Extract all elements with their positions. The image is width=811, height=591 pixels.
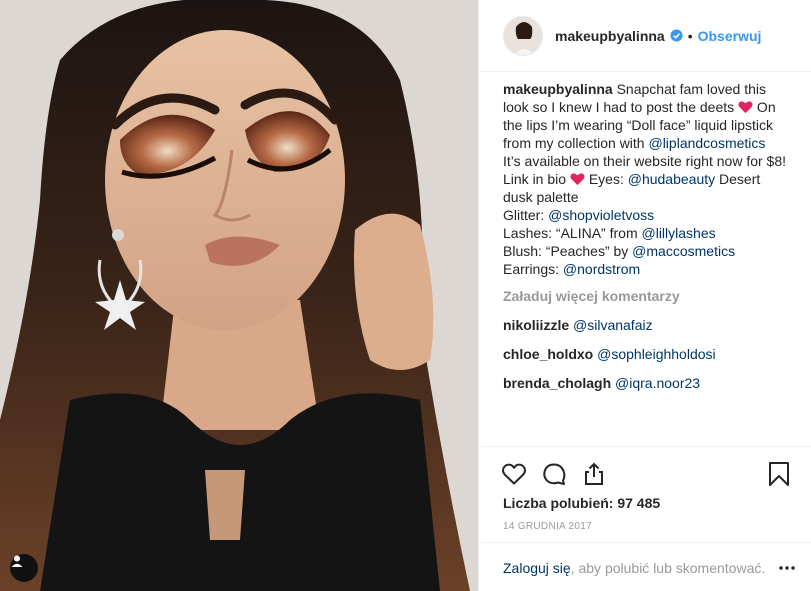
likes-count[interactable]: Liczba polubień: 97 485 <box>503 495 660 511</box>
caption-text: Snapchat fam loved this <box>612 81 767 97</box>
mention-link[interactable]: @nordstrom <box>563 261 640 277</box>
caption-text: from my collection with <box>503 135 649 151</box>
caption-line-3: the lips I’m wearing “Doll face” liquid … <box>503 117 773 133</box>
caption-line-11: Earrings: @nordstrom <box>503 260 793 278</box>
follow-button[interactable]: Obserwuj <box>698 28 762 44</box>
comment-item: nikoliizzle @silvanafaiz <box>503 316 793 334</box>
login-prompt: Zaloguj się, aby polubić lub skomentować… <box>479 542 811 591</box>
heart-icon[interactable] <box>501 461 527 487</box>
comments-section: makeupbyalinna Snapchat fam loved this l… <box>503 80 793 392</box>
post-header: makeupbyalinna • Obserwuj <box>479 0 811 72</box>
caption-text: Blush: “Peaches” by <box>503 243 633 259</box>
comment-username[interactable]: nikoliizzle <box>503 317 569 333</box>
comment-username[interactable]: chloe_holdxo <box>503 346 593 362</box>
mention-link[interactable]: @liplandcosmetics <box>648 135 765 151</box>
red-heart-emoji-icon <box>570 173 585 186</box>
caption-author[interactable]: makeupbyalinna <box>503 81 613 97</box>
mention-link[interactable]: @shopvioletvoss <box>548 207 654 223</box>
mention-link[interactable]: @hudabeauty <box>628 171 715 187</box>
comment-item: brenda_cholagh @iqra.noor23 <box>503 374 793 392</box>
post-date[interactable]: 14 GRUDNIA 2017 <box>503 521 592 532</box>
header-separator: • <box>687 27 693 44</box>
post-side-panel: makeupbyalinna • Obserwuj makeupbyalinna… <box>478 0 811 591</box>
caption-line-6: Link in bio Eyes: @hudabeauty Desert <box>503 170 793 188</box>
share-icon[interactable] <box>581 461 607 487</box>
caption-text: Eyes: <box>584 171 628 187</box>
red-heart-emoji-icon <box>738 101 753 114</box>
login-link[interactable]: Zaloguj się <box>503 560 571 576</box>
caption-line-5: It’s available on their website right no… <box>503 153 787 169</box>
mention-link[interactable]: @sophleighholdosi <box>597 346 716 362</box>
caption-line-8: Glitter: @shopvioletvoss <box>503 206 793 224</box>
caption-line-9: Lashes: “ALINA” from @lillylashes <box>503 224 793 242</box>
caption-line-10: Blush: “Peaches” by @maccosmetics <box>503 242 793 260</box>
comment-icon[interactable] <box>541 461 567 487</box>
post-actions: Liczba polubień: 97 485 14 GRUDNIA 2017 … <box>479 446 811 591</box>
action-icons-row <box>501 461 790 489</box>
caption-text: Earrings: <box>503 261 563 277</box>
post-photo[interactable] <box>0 0 478 591</box>
caption-line-4: from my collection with @liplandcosmetic… <box>503 134 793 152</box>
mention-link[interactable]: @silvanafaiz <box>573 317 653 333</box>
verified-icon <box>670 29 683 42</box>
login-prompt-text: , aby polubić lub skomentować. <box>570 559 766 576</box>
caption-text: Desert <box>715 171 761 187</box>
bookmark-icon[interactable] <box>768 461 790 487</box>
caption-text: On <box>753 99 776 115</box>
load-more-comments-button[interactable]: Załaduj więcej komentarzy <box>503 287 793 305</box>
caption-line-1: makeupbyalinna Snapchat fam loved this <box>503 80 793 98</box>
caption-text: look so I knew I had to post the deets <box>503 99 739 115</box>
user-tag-icon <box>11 555 23 567</box>
portrait-illustration <box>0 0 478 591</box>
caption-text: Glitter: <box>503 207 549 223</box>
comment-item: chloe_holdxo @sophleighholdosi <box>503 345 793 363</box>
caption-line-2: look so I knew I had to post the deets O… <box>503 98 793 116</box>
mention-link[interactable]: @lillylashes <box>642 225 716 241</box>
more-icon[interactable] <box>778 560 796 576</box>
post-author-username[interactable]: makeupbyalinna <box>555 28 665 44</box>
user-tag-button[interactable] <box>10 554 38 582</box>
avatar[interactable] <box>503 15 543 56</box>
caption-line-7: dusk palette <box>503 189 579 205</box>
mention-link[interactable]: @iqra.noor23 <box>615 375 700 391</box>
mention-link[interactable]: @maccosmetics <box>632 243 735 259</box>
comment-username[interactable]: brenda_cholagh <box>503 375 611 391</box>
caption-text: Lashes: “ALINA” from <box>503 225 642 241</box>
caption-text: Link in bio <box>503 171 570 187</box>
